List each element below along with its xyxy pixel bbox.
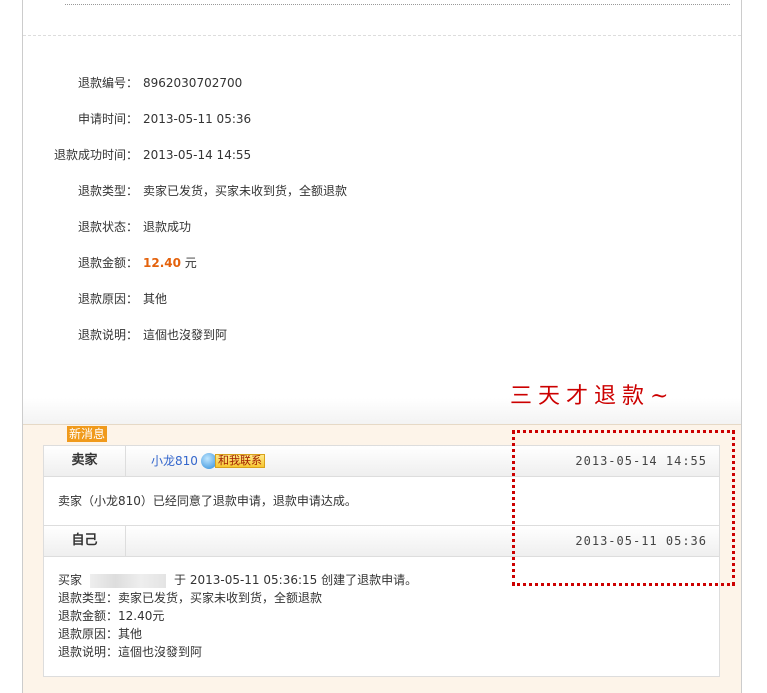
sender-label: 自己 bbox=[44, 526, 126, 556]
buyer-label: 买家 bbox=[58, 573, 83, 587]
message-line: 退款金额：12.40元 bbox=[58, 609, 165, 623]
contact-button[interactable]: 和我联系 bbox=[201, 453, 265, 469]
value: 2013-05-11 05:36 bbox=[143, 112, 252, 126]
message-line: 退款类型：卖家已发货，买家未收到货，全额退款 bbox=[58, 591, 323, 605]
value: 其他 bbox=[143, 292, 168, 306]
detail-description: 退款说明： 這個也沒發到阿 bbox=[0, 325, 400, 345]
label: 退款状态： bbox=[77, 220, 138, 234]
amount: 12.40 bbox=[143, 256, 181, 270]
annotation-highlight-box bbox=[512, 430, 735, 586]
new-message-badge: 新消息 bbox=[67, 426, 108, 442]
contact-label: 和我联系 bbox=[215, 454, 265, 468]
message-line: 退款原因：其他 bbox=[58, 627, 143, 641]
label: 退款金额： bbox=[77, 256, 138, 270]
handwritten-annotation: 三天才退款~ bbox=[510, 384, 675, 409]
detail-success-time: 退款成功时间： 2013-05-14 14:55 bbox=[0, 145, 400, 165]
value: 卖家已发货，买家未收到货，全额退款 bbox=[143, 184, 348, 198]
message-line: 退款说明：這個也沒發到阿 bbox=[58, 645, 203, 659]
detail-reason: 退款原因： 其他 bbox=[0, 289, 400, 309]
divider bbox=[65, 4, 730, 5]
label: 退款原因： bbox=[77, 292, 138, 306]
value: 這個也沒發到阿 bbox=[143, 328, 228, 342]
detail-amount: 退款金额： 12.40 元 bbox=[0, 253, 400, 273]
value: 2013-05-14 14:55 bbox=[143, 148, 252, 162]
label: 退款成功时间： bbox=[53, 148, 138, 162]
detail-apply-time: 申请时间： 2013-05-11 05:36 bbox=[0, 109, 400, 129]
detail-type: 退款类型： 卖家已发货，买家未收到货，全额退款 bbox=[0, 181, 400, 201]
label: 退款编号： bbox=[77, 76, 138, 90]
label: 退款说明： bbox=[77, 328, 138, 342]
seller-nick-link[interactable]: 小龙810 bbox=[151, 446, 198, 476]
created-text: 于 2013-05-11 05:36:15 创建了退款申请。 bbox=[174, 573, 418, 587]
divider bbox=[23, 35, 741, 36]
value: 退款成功 bbox=[143, 220, 192, 234]
sender-label: 卖家 bbox=[44, 446, 126, 476]
unit: 元 bbox=[184, 256, 197, 270]
detail-status: 退款状态： 退款成功 bbox=[0, 217, 400, 237]
detail-refund-id: 退款编号： 8962030702700 bbox=[0, 73, 400, 93]
label: 退款类型： bbox=[77, 184, 138, 198]
label: 申请时间： bbox=[77, 112, 138, 126]
value: 12.40 元 bbox=[143, 253, 197, 273]
redacted-name bbox=[90, 573, 167, 588]
value: 8962030702700 bbox=[143, 76, 243, 90]
